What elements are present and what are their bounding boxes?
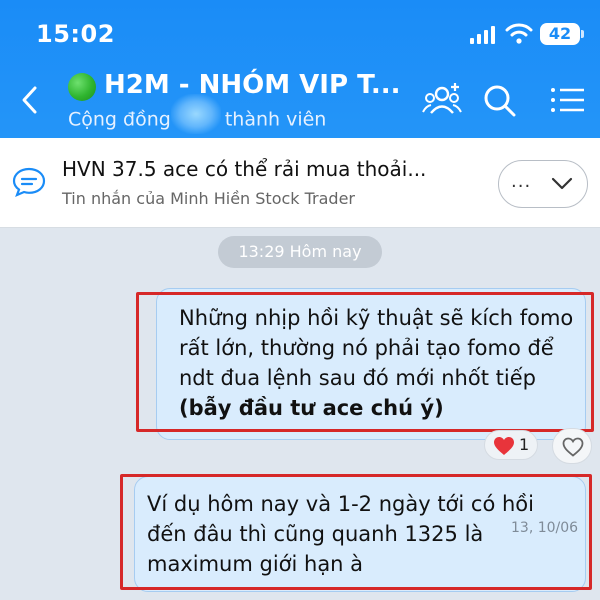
add-member-icon[interactable] <box>422 82 462 118</box>
highlight-box <box>120 474 592 590</box>
blurred-member-count <box>170 94 221 134</box>
subtitle-right: thành viên <box>224 108 327 131</box>
online-dot-icon <box>68 73 96 101</box>
heart-icon <box>494 437 514 455</box>
highlight-box <box>136 292 594 432</box>
chat-header: 15:02 42 H2M - NHÓM VIP T... Cộng đồng th… <box>0 0 600 138</box>
battery-indicator: 42 <box>540 23 584 45</box>
signal-icon <box>470 26 496 44</box>
like-button[interactable] <box>552 428 592 464</box>
wifi-icon <box>505 23 533 44</box>
message-bubble-icon <box>12 167 46 197</box>
status-time: 15:02 <box>36 20 115 48</box>
menu-icon[interactable] <box>548 82 588 118</box>
back-icon[interactable] <box>16 82 44 118</box>
heart-outline-icon <box>562 437 584 457</box>
reaction-count: 1 <box>519 435 530 454</box>
reaction-chip[interactable]: 1 <box>484 430 538 460</box>
date-separator: 13:29 Hôm nay <box>218 236 382 268</box>
pinned-subtitle: Tin nhắn của Minh Hiền Stock Trader <box>62 189 356 208</box>
search-icon[interactable] <box>480 82 520 118</box>
group-subtitle: Cộng đồng thành viên <box>68 94 327 134</box>
chevron-down-icon <box>551 177 573 190</box>
more-dots: ... <box>511 171 532 192</box>
pinned-more-button[interactable]: ... <box>498 160 588 208</box>
group-title[interactable]: H2M - NHÓM VIP T... <box>104 70 401 100</box>
subtitle-left: Cộng đồng <box>68 108 171 131</box>
pinned-title: HVN 37.5 ace có thể rải mua thoải... <box>62 157 427 181</box>
